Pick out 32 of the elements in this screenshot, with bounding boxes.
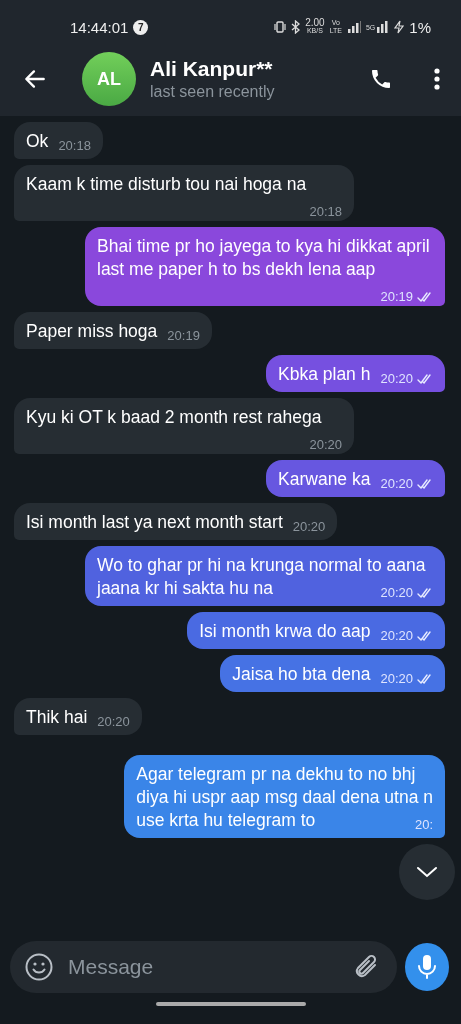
more-icon[interactable] [433, 67, 441, 91]
vibrate-icon [274, 20, 287, 34]
microphone-button[interactable] [405, 943, 449, 991]
phone-icon[interactable] [369, 67, 393, 91]
emoji-icon[interactable] [24, 952, 54, 982]
message-field[interactable]: Message [10, 941, 397, 993]
bluetooth-icon [291, 20, 301, 34]
outgoing-message: Karwane ka 20:20 [266, 460, 445, 497]
battery-level: 1% [409, 18, 431, 36]
charging-icon [394, 20, 405, 34]
outgoing-message: Bhai time pr ho jayega to kya hi dikkat april last me paper h to bs dekh lena aap 20:19 [85, 227, 445, 306]
clock-time: 14:44:01 [70, 18, 129, 36]
incoming-message: Paper miss hoga 20:19 [14, 312, 212, 349]
outgoing-message: Jaisa ho bta dena 20:20 [220, 655, 445, 692]
scroll-down-button[interactable] [399, 844, 455, 900]
outgoing-message: Kbka plan h 20:20 [266, 355, 445, 392]
incoming-message: Ok 20:18 [14, 122, 103, 159]
contact-name: Ali Kanpur** [150, 57, 274, 81]
incoming-message: Kyu ki OT k baad 2 month rest rahega 20:20 [14, 398, 354, 454]
incoming-message: Thik hai 20:20 [14, 698, 142, 735]
microphone-icon [416, 953, 438, 981]
signal-icon [346, 21, 361, 33]
notification-count: 7 [133, 19, 149, 35]
outgoing-message: Isi month krwa do aap 20:20 [187, 612, 445, 649]
incoming-message: Kaam k time disturb tou nai hoga na 20:18 [14, 165, 354, 221]
signal-icon [377, 21, 390, 33]
outgoing-message: Wo to ghar pr hi na krunga normal to aana jaana kr hi sakta hu na 20:20 [85, 546, 445, 606]
chevron-down-icon [416, 866, 438, 878]
avatar[interactable]: AL [82, 52, 136, 106]
outgoing-message: Agar telegram pr na dekhu to no bhj diya hi uspr aap msg daal dena utna n use krta hu telegram to 20: [124, 755, 445, 838]
incoming-message: Isi month last ya next month start 20:20 [14, 503, 338, 540]
last-seen-status: last seen recently [150, 83, 276, 101]
